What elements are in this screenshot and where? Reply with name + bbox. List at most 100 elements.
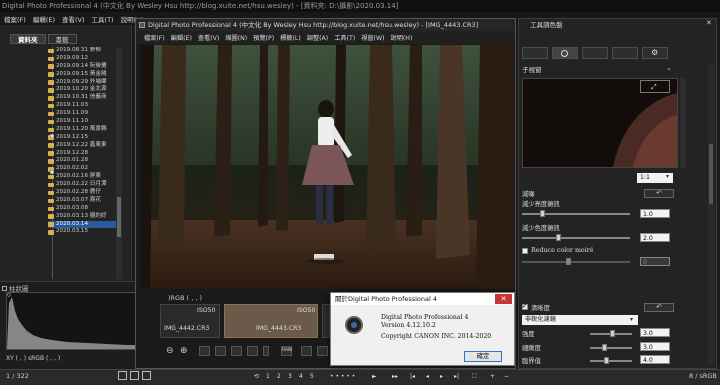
rating-4[interactable]: 4 (299, 371, 303, 382)
luminance-slider[interactable] (522, 213, 630, 215)
menu-tools[interactable]: 工具(T) (92, 14, 114, 24)
undo-button[interactable]: ↶ (644, 303, 674, 312)
chroma-knob[interactable] (556, 234, 561, 241)
rating-2[interactable]: 2 (277, 371, 281, 382)
fit-icon[interactable]: ⛶ (472, 371, 476, 382)
info-icon[interactable] (317, 346, 328, 356)
edit-menu-tools[interactable]: 工具(T) (334, 33, 355, 42)
play-icon[interactable]: ► (372, 371, 377, 382)
grid-view-icon[interactable] (130, 371, 139, 380)
threshold-knob[interactable] (604, 357, 609, 364)
edit-menu-label[interactable]: 標籤(L) (280, 33, 301, 42)
tab-crop[interactable] (582, 47, 608, 59)
edit-menu-window[interactable]: 視窗(W) (361, 33, 384, 42)
tab-detail[interactable] (552, 47, 578, 59)
zoom-in-icon[interactable]: ⊕ (180, 347, 188, 356)
tab-basic[interactable] (522, 47, 548, 59)
thumbnail[interactable] (322, 304, 330, 338)
folder-item[interactable]: 2020.03.07 霧花 (48, 197, 116, 205)
tab-color[interactable] (612, 47, 638, 59)
single-view-icon[interactable] (199, 346, 210, 356)
tab-bookmark[interactable]: 書籤 (47, 34, 77, 44)
expand-icon[interactable] (50, 170, 54, 174)
folder-item[interactable]: 2020.02.22 日月潭 (48, 181, 116, 189)
close-button[interactable]: ✕ (495, 294, 512, 304)
threshold-value[interactable]: 4.0 (640, 355, 670, 364)
ok-button[interactable]: 確定 (464, 351, 502, 362)
first-icon[interactable]: |◂ (410, 371, 415, 382)
edit-menu-adjust[interactable]: 調整(A) (307, 33, 328, 42)
moire-slider[interactable] (522, 261, 630, 263)
compare-view-icon[interactable] (215, 346, 226, 356)
strength-value[interactable]: 3.0 (640, 328, 670, 337)
chevron-down-icon[interactable] (263, 346, 269, 356)
split-view-icon[interactable] (247, 346, 258, 356)
menu-edit[interactable]: 編輯(E) (33, 14, 55, 24)
fineness-slider[interactable] (590, 347, 632, 349)
fit-button[interactable]: ⤢ (640, 80, 670, 93)
folder-item[interactable]: 2020.02.16 屏東 (48, 173, 116, 181)
edit-menu-preview[interactable]: 預覽(P) (253, 33, 274, 42)
moire-value[interactable]: 0 (640, 257, 670, 266)
folder-item[interactable]: 2020.03.15 (48, 228, 116, 236)
expand-icon[interactable] (50, 134, 54, 138)
luminance-knob[interactable] (540, 210, 545, 217)
tab-folder[interactable]: 資料夾 (10, 34, 46, 44)
sharpen-mode-select[interactable]: 非銳化濾鏡 (522, 315, 638, 325)
folder-item[interactable]: 2019.09.12 (48, 55, 116, 63)
moire-checkbox[interactable] (522, 248, 528, 254)
fineness-value[interactable]: 3.0 (640, 342, 670, 351)
menu-file[interactable]: 檔案(F) (4, 14, 26, 24)
rating-3[interactable]: 3 (288, 371, 292, 382)
chroma-slider[interactable] (522, 237, 630, 239)
folder-item[interactable]: 2019.12.15 (48, 134, 116, 142)
folder-item[interactable]: 2019.11.09 (48, 110, 116, 118)
folder-item[interactable]: 2020.03.08 (48, 205, 116, 213)
close-icon[interactable]: ✕ (706, 19, 712, 27)
folder-item[interactable]: 2019.12.28 (48, 150, 116, 158)
threshold-slider[interactable] (590, 360, 632, 362)
edit-menu-file[interactable]: 檔案(F) (144, 33, 165, 42)
grid-view-icon[interactable] (231, 346, 242, 356)
folder-item[interactable]: 2019.09.15 黃金隧 (48, 71, 116, 79)
moire-knob[interactable] (566, 258, 571, 265)
photo-preview[interactable] (140, 45, 514, 289)
dots-icon[interactable]: • • • • • (330, 371, 355, 382)
chevron-down-icon[interactable]: ⌄ (666, 64, 672, 72)
folder-item[interactable]: 2019.08.31 野柳 (48, 47, 116, 55)
rating-1[interactable]: 1 (266, 371, 270, 382)
folder-item[interactable]: 2019.11.03 (48, 102, 116, 110)
undo-button[interactable]: ↶ (644, 189, 674, 198)
raw-toggle[interactable]: RAW (281, 346, 292, 356)
edit-menu-help[interactable]: 說明(H) (391, 33, 413, 42)
folder-item[interactable]: 2019.10.31 信義商 (48, 94, 116, 102)
folder-item[interactable]: 2019.12.22 鑫東東 (48, 142, 116, 150)
zoom-in-icon[interactable]: + (490, 371, 495, 382)
menu-view[interactable]: 查看(V) (62, 14, 85, 24)
tab-settings[interactable]: ⚙ (642, 47, 668, 59)
scrollbar-thumb[interactable] (117, 197, 121, 237)
grid-view-icon[interactable] (118, 371, 127, 380)
prev-icon[interactable]: ◂ (426, 371, 429, 382)
folder-item[interactable]: 2020.01.28 (48, 157, 116, 165)
folder-item[interactable]: 2019.09.14 阮後攤 (48, 63, 116, 71)
chroma-value[interactable]: 2.0 (640, 233, 670, 242)
strength-knob[interactable] (610, 330, 615, 337)
edit-menu-view[interactable]: 查看(V) (198, 33, 219, 42)
folder-item[interactable]: 2020.02.28 鹿仔 (48, 189, 116, 197)
zoom-out-icon[interactable]: − (504, 371, 509, 382)
rotate-left-icon[interactable]: ⟲ (254, 371, 259, 382)
edit-menu-edit[interactable]: 編輯(E) (171, 33, 192, 42)
next-icon[interactable]: ▸ (440, 371, 443, 382)
folder-scrollbar[interactable] (116, 47, 122, 279)
folder-item[interactable]: 2020.03.14 (48, 220, 116, 229)
folder-item[interactable]: 2019.11.20 萬景縣 (48, 126, 116, 134)
folder-item[interactable]: 2019.11.10 (48, 118, 116, 126)
next-icon[interactable]: ▸▸ (392, 371, 398, 382)
prev-image-icon[interactable]: ⊖ (166, 347, 174, 356)
scrollbar-thumb[interactable] (709, 144, 713, 204)
sharpness-checkbox[interactable] (522, 302, 528, 310)
last-icon[interactable]: ▸| (454, 371, 459, 382)
palette-scrollbar[interactable] (708, 64, 714, 364)
folder-item[interactable]: 2020.03.13 擺約好 (48, 213, 116, 221)
